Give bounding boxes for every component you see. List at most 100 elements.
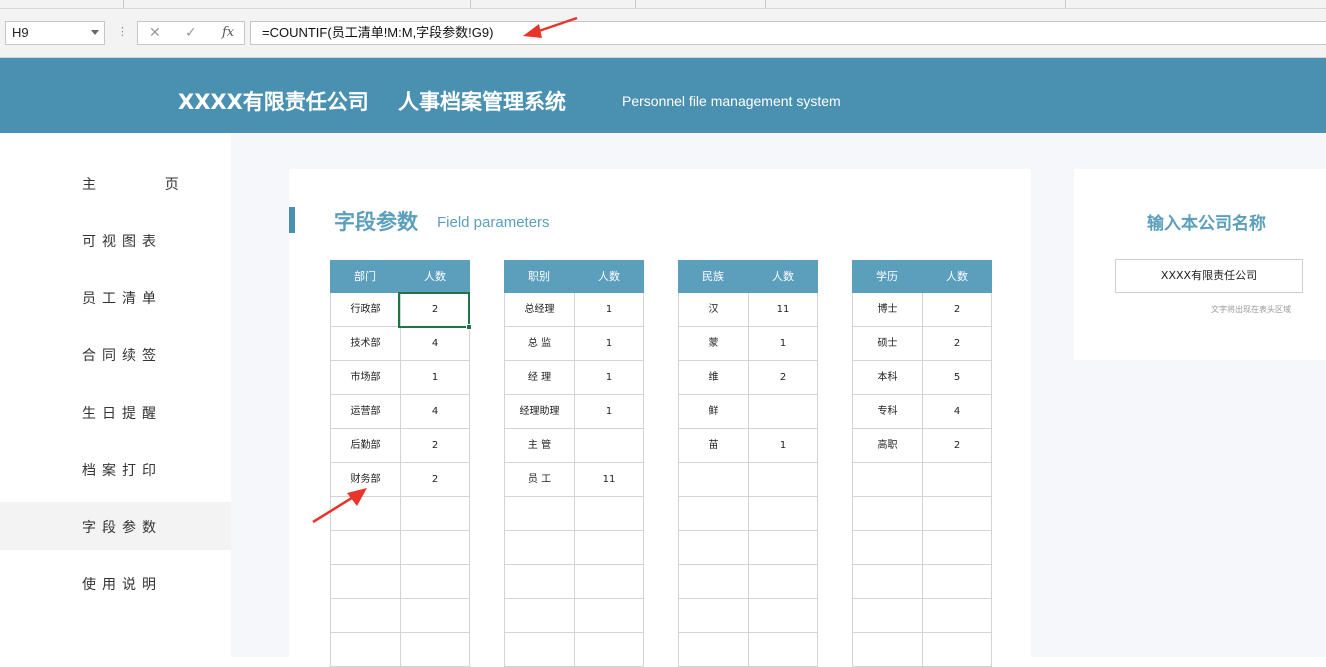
- table-cell[interactable]: 汉: [678, 293, 748, 326]
- table-cell[interactable]: 专科: [852, 395, 922, 428]
- table-cell[interactable]: [574, 429, 644, 462]
- table-cell[interactable]: 4: [400, 327, 470, 360]
- table-cell[interactable]: 2: [748, 361, 818, 394]
- table-cell[interactable]: [852, 531, 922, 564]
- table-cell[interactable]: [400, 599, 470, 632]
- table-cell[interactable]: 后勤部: [330, 429, 400, 462]
- close-icon[interactable]: ✕: [149, 25, 161, 41]
- table-cell[interactable]: 苗: [678, 429, 748, 462]
- sidebar-item-charts[interactable]: 可视图表: [0, 216, 231, 264]
- sidebar-item-employees[interactable]: 员工清单: [0, 273, 231, 321]
- table-cell[interactable]: [852, 565, 922, 598]
- table-cell[interactable]: [748, 565, 818, 598]
- sidebar-item-field-params[interactable]: 字段参数: [0, 502, 231, 550]
- table-cell[interactable]: 高职: [852, 429, 922, 462]
- sidebar-item-home[interactable]: 主 页: [0, 159, 231, 207]
- table-cell[interactable]: 总经理: [504, 293, 574, 326]
- table-cell[interactable]: 总 监: [504, 327, 574, 360]
- table-cell[interactable]: 2: [922, 327, 992, 360]
- table-cell[interactable]: [574, 633, 644, 666]
- sidebar-item-birthdays[interactable]: 生日提醒: [0, 388, 231, 436]
- table-cell[interactable]: 2: [400, 429, 470, 462]
- table-cell[interactable]: [678, 497, 748, 530]
- table-cell[interactable]: [504, 497, 574, 530]
- table-cell[interactable]: [504, 633, 574, 666]
- column-header[interactable]: 学历: [852, 260, 922, 293]
- table-cell[interactable]: [504, 565, 574, 598]
- table-cell[interactable]: [678, 599, 748, 632]
- sidebar-item-help[interactable]: 使用说明: [0, 559, 231, 607]
- table-cell[interactable]: [504, 531, 574, 564]
- table-cell[interactable]: 技术部: [330, 327, 400, 360]
- column-header[interactable]: 部门: [330, 260, 400, 293]
- table-cell[interactable]: 2: [922, 293, 992, 326]
- table-cell[interactable]: 硕士: [852, 327, 922, 360]
- chevron-down-icon[interactable]: [91, 30, 99, 35]
- table-cell[interactable]: 本科: [852, 361, 922, 394]
- table-cell[interactable]: 5: [922, 361, 992, 394]
- table-cell[interactable]: [922, 599, 992, 632]
- name-box[interactable]: H9: [5, 21, 105, 45]
- table-cell[interactable]: 2: [922, 429, 992, 462]
- table-cell[interactable]: 运营部: [330, 395, 400, 428]
- table-cell[interactable]: [748, 633, 818, 666]
- sidebar-item-contracts[interactable]: 合同续签: [0, 330, 231, 378]
- column-header[interactable]: 人数: [922, 260, 992, 293]
- table-cell[interactable]: [852, 599, 922, 632]
- table-cell[interactable]: 4: [400, 395, 470, 428]
- table-cell[interactable]: [330, 565, 400, 598]
- table-cell[interactable]: 博士: [852, 293, 922, 326]
- table-cell[interactable]: 1: [748, 327, 818, 360]
- table-cell[interactable]: [748, 531, 818, 564]
- table-cell[interactable]: 经理助理: [504, 395, 574, 428]
- table-cell[interactable]: 1: [748, 429, 818, 462]
- fx-icon[interactable]: fx: [222, 25, 234, 40]
- table-cell[interactable]: 行政部: [330, 293, 400, 326]
- table-cell[interactable]: [678, 463, 748, 496]
- table-cell[interactable]: 2: [400, 463, 470, 496]
- table-cell[interactable]: [678, 565, 748, 598]
- fill-handle[interactable]: [466, 324, 472, 330]
- column-header[interactable]: 人数: [748, 260, 818, 293]
- table-cell[interactable]: 维: [678, 361, 748, 394]
- table-cell[interactable]: [330, 531, 400, 564]
- formula-input[interactable]: =COUNTIF(员工清单!M:M,字段参数!G9): [250, 21, 1326, 45]
- table-cell[interactable]: 1: [574, 395, 644, 428]
- table-cell[interactable]: [852, 463, 922, 496]
- table-cell[interactable]: 1: [400, 361, 470, 394]
- table-cell[interactable]: [748, 395, 818, 428]
- table-cell[interactable]: [400, 497, 470, 530]
- check-icon[interactable]: ✓: [185, 25, 197, 41]
- table-cell[interactable]: [678, 633, 748, 666]
- table-cell[interactable]: [504, 599, 574, 632]
- table-cell[interactable]: 1: [574, 293, 644, 326]
- table-cell[interactable]: 经 理: [504, 361, 574, 394]
- column-header[interactable]: 民族: [678, 260, 748, 293]
- table-cell[interactable]: [922, 633, 992, 666]
- table-cell[interactable]: 1: [574, 327, 644, 360]
- table-cell[interactable]: 鲜: [678, 395, 748, 428]
- table-cell[interactable]: [922, 531, 992, 564]
- table-cell[interactable]: 11: [574, 463, 644, 496]
- column-header[interactable]: 人数: [574, 260, 644, 293]
- table-cell[interactable]: [330, 633, 400, 666]
- column-header[interactable]: 人数: [400, 260, 470, 293]
- table-cell[interactable]: [574, 565, 644, 598]
- column-header[interactable]: 职别: [504, 260, 574, 293]
- table-cell[interactable]: [330, 599, 400, 632]
- table-cell[interactable]: [748, 497, 818, 530]
- table-cell[interactable]: [922, 463, 992, 496]
- table-cell[interactable]: [922, 497, 992, 530]
- more-options-icon[interactable]: ⋮: [117, 26, 128, 38]
- table-cell[interactable]: [678, 531, 748, 564]
- table-cell[interactable]: 蒙: [678, 327, 748, 360]
- table-cell[interactable]: [574, 531, 644, 564]
- table-cell[interactable]: [852, 497, 922, 530]
- table-cell[interactable]: [748, 599, 818, 632]
- company-name-input[interactable]: XXXX有限责任公司: [1115, 259, 1303, 293]
- table-cell[interactable]: [574, 599, 644, 632]
- table-cell[interactable]: 员 工: [504, 463, 574, 496]
- table-cell[interactable]: [748, 463, 818, 496]
- table-cell[interactable]: [922, 565, 992, 598]
- table-cell[interactable]: 11: [748, 293, 818, 326]
